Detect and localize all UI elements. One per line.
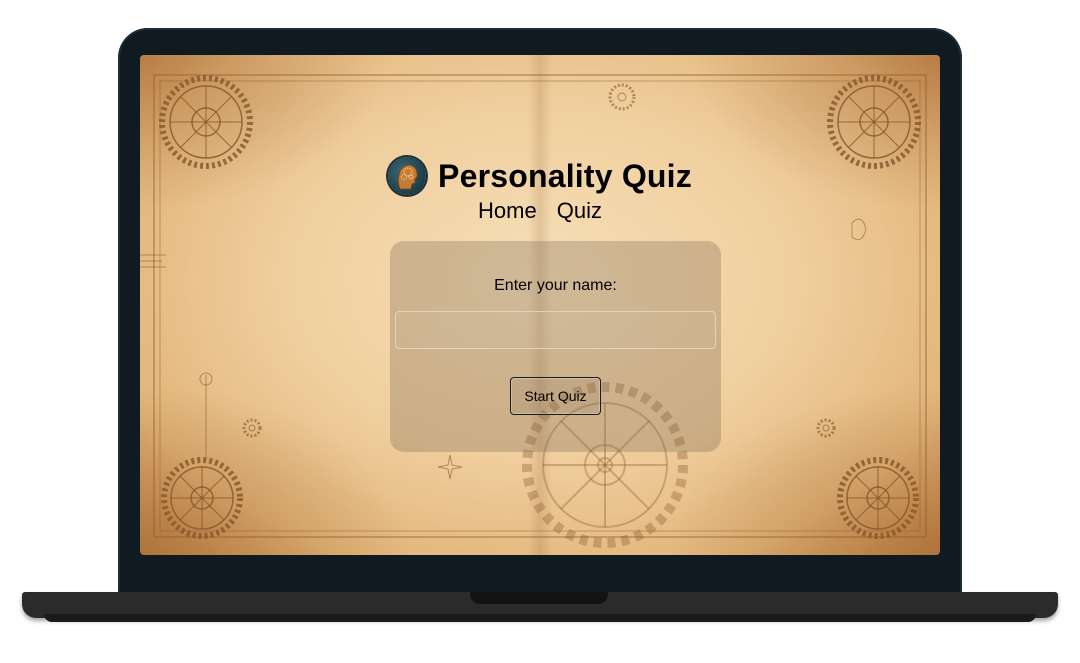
laptop-base-shadow	[44, 614, 1036, 622]
brain-gears-head-icon	[388, 157, 427, 195]
gear-icon	[837, 457, 919, 539]
compass-star-icon	[437, 454, 463, 480]
gear-icon	[816, 418, 836, 438]
laptop-mockup: Personality Quiz Home Quiz Enter your na…	[0, 0, 1080, 663]
name-entry-card: Enter your name: Start Quiz	[390, 241, 721, 452]
nav-home-link[interactable]: Home	[478, 198, 537, 224]
start-quiz-button[interactable]: Start Quiz	[510, 377, 601, 415]
gear-icon	[159, 75, 253, 169]
gear-icon	[827, 75, 921, 169]
gear-icon	[242, 418, 262, 438]
name-label: Enter your name:	[494, 277, 617, 294]
screen: Personality Quiz Home Quiz Enter your na…	[140, 55, 940, 555]
main-nav: Home Quiz	[140, 198, 940, 224]
gear-icon	[608, 83, 636, 111]
site-header: Personality Quiz	[140, 157, 940, 195]
page-title: Personality Quiz	[438, 157, 692, 194]
gear-icon	[161, 457, 243, 539]
laptop-notch	[470, 592, 608, 604]
name-input[interactable]	[395, 311, 716, 349]
nav-quiz-link[interactable]: Quiz	[557, 198, 602, 224]
